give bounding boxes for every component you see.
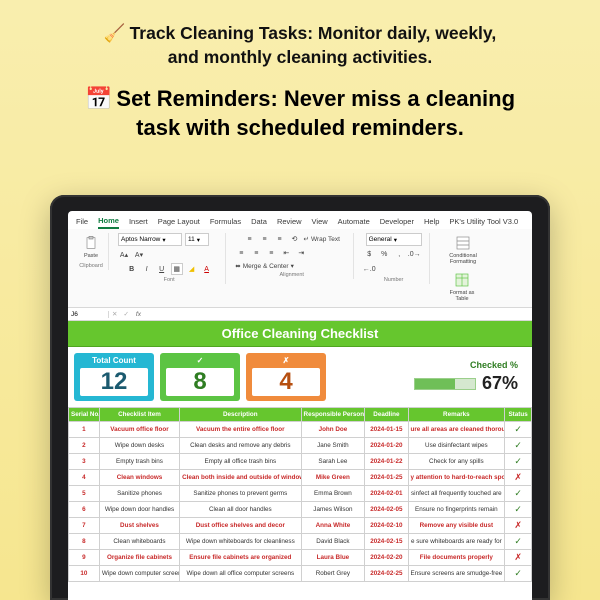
table-row[interactable]: 2Wipe down desksClean desks and remove a… — [69, 438, 532, 454]
broom-icon: 🧹 — [104, 23, 126, 43]
wrap-text-button[interactable]: ↵Wrap Text — [303, 235, 339, 243]
cross-icon: ✗ — [246, 356, 326, 365]
fx-enter-icon[interactable]: ✓ — [120, 310, 131, 318]
decrease-font-icon[interactable]: A▾ — [133, 249, 145, 261]
bold-button[interactable]: B — [126, 263, 138, 275]
ribbon-group-number: General▾ $ % , .0→ ←.0 Number — [358, 233, 430, 284]
name-box[interactable]: J6 — [68, 311, 109, 318]
clipboard-icon — [83, 235, 99, 251]
menu-insert[interactable]: Insert — [129, 215, 148, 228]
fill-color-button[interactable]: ◢ — [186, 263, 198, 275]
fx-cancel-icon[interactable]: ✕ — [109, 310, 120, 318]
ribbon-group-font: Aptos Narrow▾ 11▾ A▴ A▾ B I U ▦ ◢ A Font — [113, 233, 226, 284]
underline-button[interactable]: U — [156, 263, 168, 275]
menu-pagelayout[interactable]: Page Layout — [158, 215, 200, 228]
menu-formulas[interactable]: Formulas — [210, 215, 241, 228]
promo-track-heading: 🧹Track Cleaning Tasks: Monitor daily, we… — [30, 22, 570, 69]
menu-view[interactable]: View — [312, 215, 328, 228]
align-right-icon[interactable]: ≡ — [265, 247, 277, 259]
ribbon-group-clipboard: Paste Clipboard — [74, 233, 109, 270]
table-row[interactable]: 8Clean whiteboardsWipe down whiteboards … — [69, 534, 532, 550]
menu-review[interactable]: Review — [277, 215, 302, 228]
calendar-icon: 📅 — [85, 86, 112, 111]
table-row[interactable]: 9Organize file cabinetsEnsure file cabin… — [69, 550, 532, 566]
align-left-icon[interactable]: ≡ — [235, 247, 247, 259]
increase-font-icon[interactable]: A▴ — [118, 249, 130, 261]
worksheet[interactable]: Office Cleaning Checklist Total Count 12… — [68, 321, 532, 600]
menu-automate[interactable]: Automate — [338, 215, 370, 228]
table-icon — [454, 272, 470, 288]
kpi-percent: Checked % 67% — [332, 353, 526, 401]
ribbon-group-styles: Conditional Formatting Format as Table — [434, 233, 526, 305]
comma-button[interactable]: , — [393, 248, 405, 260]
font-color-button[interactable]: A — [201, 263, 213, 275]
table-row[interactable]: 10Wipe down computer screensWipe down al… — [69, 566, 532, 582]
col-deadline[interactable]: Deadline — [365, 408, 408, 422]
format-as-table-button[interactable]: Format as Table — [439, 270, 485, 304]
inc-decimal-button[interactable]: .0→ — [408, 248, 420, 260]
col-resp[interactable]: Responsible Person — [301, 408, 365, 422]
borders-button[interactable]: ▦ — [171, 263, 183, 275]
checklist-table[interactable]: Serial No. Checklist Item Description Re… — [68, 407, 532, 582]
menu-developer[interactable]: Developer — [380, 215, 414, 228]
progress-bar — [414, 378, 476, 390]
promo-reminder-heading: 📅Set Reminders: Never miss a cleaning ta… — [30, 85, 570, 142]
kpi-unchecked: ✗ 4 — [246, 353, 326, 401]
table-row[interactable]: 6Wipe down door handlesClean all door ha… — [69, 502, 532, 518]
col-serial[interactable]: Serial No. — [69, 408, 100, 422]
menu-file[interactable]: File — [76, 215, 88, 228]
ribbon: Paste Clipboard Aptos Narrow▾ 11▾ A▴ A▾ … — [68, 229, 532, 308]
align-middle-icon[interactable]: ≡ — [258, 233, 270, 245]
col-desc[interactable]: Description — [180, 408, 301, 422]
align-center-icon[interactable]: ≡ — [250, 247, 262, 259]
menu-home[interactable]: Home — [98, 214, 119, 229]
sheet-title: Office Cleaning Checklist — [68, 321, 532, 347]
number-format-picker[interactable]: General▾ — [366, 233, 422, 246]
align-bottom-icon[interactable]: ≡ — [273, 233, 285, 245]
menu-pkutil[interactable]: PK's Utility Tool V3.0 — [449, 215, 518, 228]
align-top-icon[interactable]: ≡ — [243, 233, 255, 245]
indent-decrease-icon[interactable]: ⇤ — [280, 247, 292, 259]
table-row[interactable]: 1Vacuum office floorVacuum the entire of… — [69, 422, 532, 438]
currency-button[interactable]: $ — [363, 248, 375, 260]
paste-button[interactable]: Paste — [79, 233, 103, 261]
kpi-checked: ✓ 8 — [160, 353, 240, 401]
col-item[interactable]: Checklist Item — [99, 408, 179, 422]
checkmark-icon: ✓ — [160, 356, 240, 365]
col-status[interactable]: Status — [505, 408, 532, 422]
menu-bar: File Home Insert Page Layout Formulas Da… — [68, 211, 532, 229]
kpi-total: Total Count 12 — [74, 353, 154, 401]
kpi-row: Total Count 12 ✓ 8 ✗ 4 Checked % 67% — [68, 347, 532, 407]
excel-window: File Home Insert Page Layout Formulas Da… — [68, 211, 532, 600]
formula-bar: J6 ✕ ✓ fx — [68, 308, 532, 321]
font-size-picker[interactable]: 11▾ — [185, 233, 209, 246]
table-row[interactable]: 7Dust shelvesDust office shelves and dec… — [69, 518, 532, 534]
orientation-icon[interactable]: ⟲ — [288, 233, 300, 245]
menu-data[interactable]: Data — [251, 215, 267, 228]
italic-button[interactable]: I — [141, 263, 153, 275]
table-row[interactable]: 3Empty trash binsEmpty all office trash … — [69, 454, 532, 470]
font-name-picker[interactable]: Aptos Narrow▾ — [118, 233, 182, 246]
dec-decimal-button[interactable]: ←.0 — [363, 263, 375, 275]
conditional-formatting-button[interactable]: Conditional Formatting — [439, 233, 487, 267]
laptop-frame: File Home Insert Page Layout Formulas Da… — [50, 195, 550, 600]
merge-center-button[interactable]: ⬌Merge & Center▾ — [235, 262, 294, 270]
col-remarks[interactable]: Remarks — [408, 408, 505, 422]
fx-icon: fx — [132, 311, 145, 318]
percent-button[interactable]: % — [378, 248, 390, 260]
table-row[interactable]: 5Sanitize phonesSanitize phones to preve… — [69, 486, 532, 502]
menu-help[interactable]: Help — [424, 215, 439, 228]
grid-icon — [455, 235, 471, 251]
table-row[interactable]: 4Clean windowsClean both inside and outs… — [69, 470, 532, 486]
indent-increase-icon[interactable]: ⇥ — [295, 247, 307, 259]
ribbon-group-alignment: ≡ ≡ ≡ ⟲ ↵Wrap Text ≡ ≡ ≡ ⇤ ⇥ ⬌Merge & Ce… — [230, 233, 354, 279]
